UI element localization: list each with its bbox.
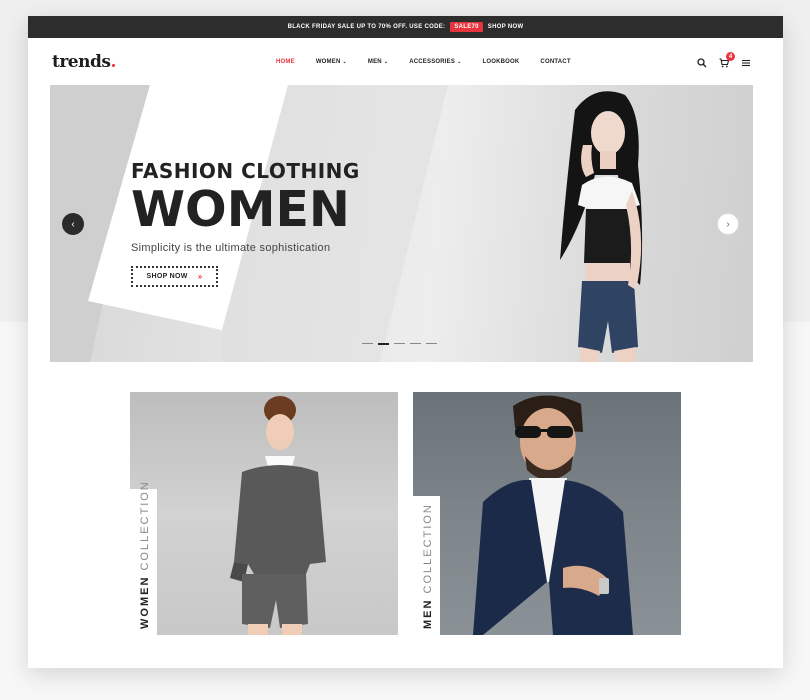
logo-text: trends [52,52,111,72]
site-logo[interactable]: trends. [52,52,116,72]
hero-slider: FASHION CLOTHING WOMEN Simplicity is the… [50,85,753,362]
nav-item-accessories[interactable]: ACCESSORIES ⌄ [409,59,461,65]
nav-item-men[interactable]: MEN ⌄ [368,59,388,65]
hero-title: WOMEN [131,181,350,238]
search-icon[interactable] [697,58,707,68]
men-collection-card[interactable]: MEN COLLECTION [413,392,681,635]
slide-indicator[interactable] [362,343,373,344]
main-nav: HOME WOMEN ⌄ MEN ⌄ ACCESSORIES ⌄ LOOKBOOK C… [276,59,592,65]
collection-label-light: COLLECTION [139,480,151,571]
slide-indicator-active[interactable] [378,342,389,345]
nav-item-home[interactable]: HOME [276,59,295,65]
nav-label: ACCESSORIES [409,59,456,65]
nav-label: CONTACT [540,59,571,65]
nav-item-lookbook[interactable]: LOOKBOOK [482,59,519,65]
slide-indicator[interactable] [410,343,421,344]
women-collection-card[interactable]: WOMEN COLLECTION [130,392,398,635]
slider-prev-button[interactable]: ‹ [62,213,84,235]
promo-shop-link[interactable]: SHOP NOW [488,24,524,30]
women-collection-label: WOMEN COLLECTION [139,480,151,629]
promo-text: BLACK FRIDAY SALE UP TO 70% OFF. USE COD… [287,24,446,30]
nav-label: WOMEN [315,59,341,65]
logo-dot: . [110,52,116,72]
chevron-down-icon: ⌄ [342,59,347,65]
hero-subtitle: FASHION CLOTHING [131,159,360,183]
shop-now-label: SHOP NOW [146,273,188,280]
collection-label-bold: MEN [422,598,434,629]
hero-model-image [560,91,643,362]
nav-label: MEN [367,59,382,65]
hero-text-block: FASHION CLOTHING WOMEN Simplicity is the… [131,159,360,254]
collection-label-light: COLLECTION [422,503,434,594]
men-collection-image [473,395,633,635]
nav-label: LOOKBOOK [482,59,520,65]
nav-item-women[interactable]: WOMEN ⌄ [316,59,347,65]
slide-indicator[interactable] [426,343,437,344]
men-collection-label: MEN COLLECTION [422,503,434,629]
nav-label: HOME [276,59,295,65]
slide-indicator[interactable] [394,343,405,344]
promo-bar: BLACK FRIDAY SALE UP TO 70% OFF. USE COD… [28,16,783,38]
chevron-down-icon: ⌄ [457,59,462,65]
cart-count-badge: 4 [726,52,735,61]
collection-label-bold: WOMEN [139,575,151,629]
shop-now-button[interactable]: SHOP NOW » [131,266,218,287]
promo-code-badge: SALE70 [450,22,483,32]
double-chevron-right-icon: » [197,272,203,281]
cart-icon[interactable]: 4 [719,52,735,68]
slider-next-button[interactable]: › [717,213,739,235]
chevron-down-icon: ⌄ [383,59,389,65]
nav-item-contact[interactable]: CONTACT [540,59,570,65]
site-preview-frame: BLACK FRIDAY SALE UP TO 70% OFF. USE COD… [28,16,783,668]
women-collection-image [230,396,326,635]
hero-tagline: Simplicity is the ultimate sophisticatio… [131,242,331,254]
header-icons: 4 [697,52,751,68]
chevron-right-icon: › [726,218,730,230]
slider-pagination [362,342,437,345]
menu-icon[interactable] [741,58,751,68]
site-header: trends. HOME WOMEN ⌄ MEN ⌄ ACCESSORIES ⌄ LO… [28,38,783,85]
chevron-left-icon: ‹ [71,218,75,230]
